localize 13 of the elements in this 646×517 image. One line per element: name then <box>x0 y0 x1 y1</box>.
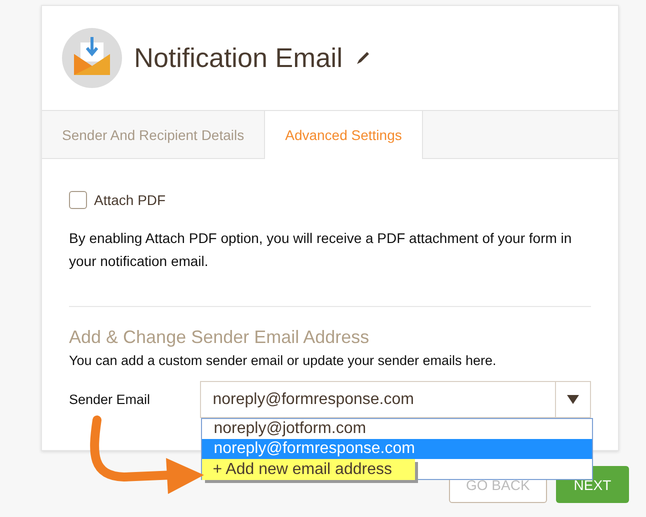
caret-icon <box>567 395 579 404</box>
dropdown-option[interactable]: noreply@formresponse.com <box>202 439 592 459</box>
field-label: Sender Email <box>69 392 152 407</box>
add-email-option[interactable]: + Add new email address <box>202 459 415 480</box>
section-description: You can add a custom sender email or update your sender emails here. <box>69 353 498 368</box>
pencil-icon[interactable] <box>354 50 371 66</box>
checkbox-label: Attach PDF <box>94 192 166 208</box>
description-text: By enabling Attach PDF option, you will receive a PDF attachment of your form in your notification email. <box>69 229 573 271</box>
tab[interactable]: Advanced Settings <box>265 111 423 159</box>
envelope-icon <box>62 28 122 88</box>
checkbox[interactable] <box>69 191 87 209</box>
page-title: Notification Email <box>134 42 343 74</box>
section-heading: Add & Change Sender Email Address <box>69 327 370 348</box>
